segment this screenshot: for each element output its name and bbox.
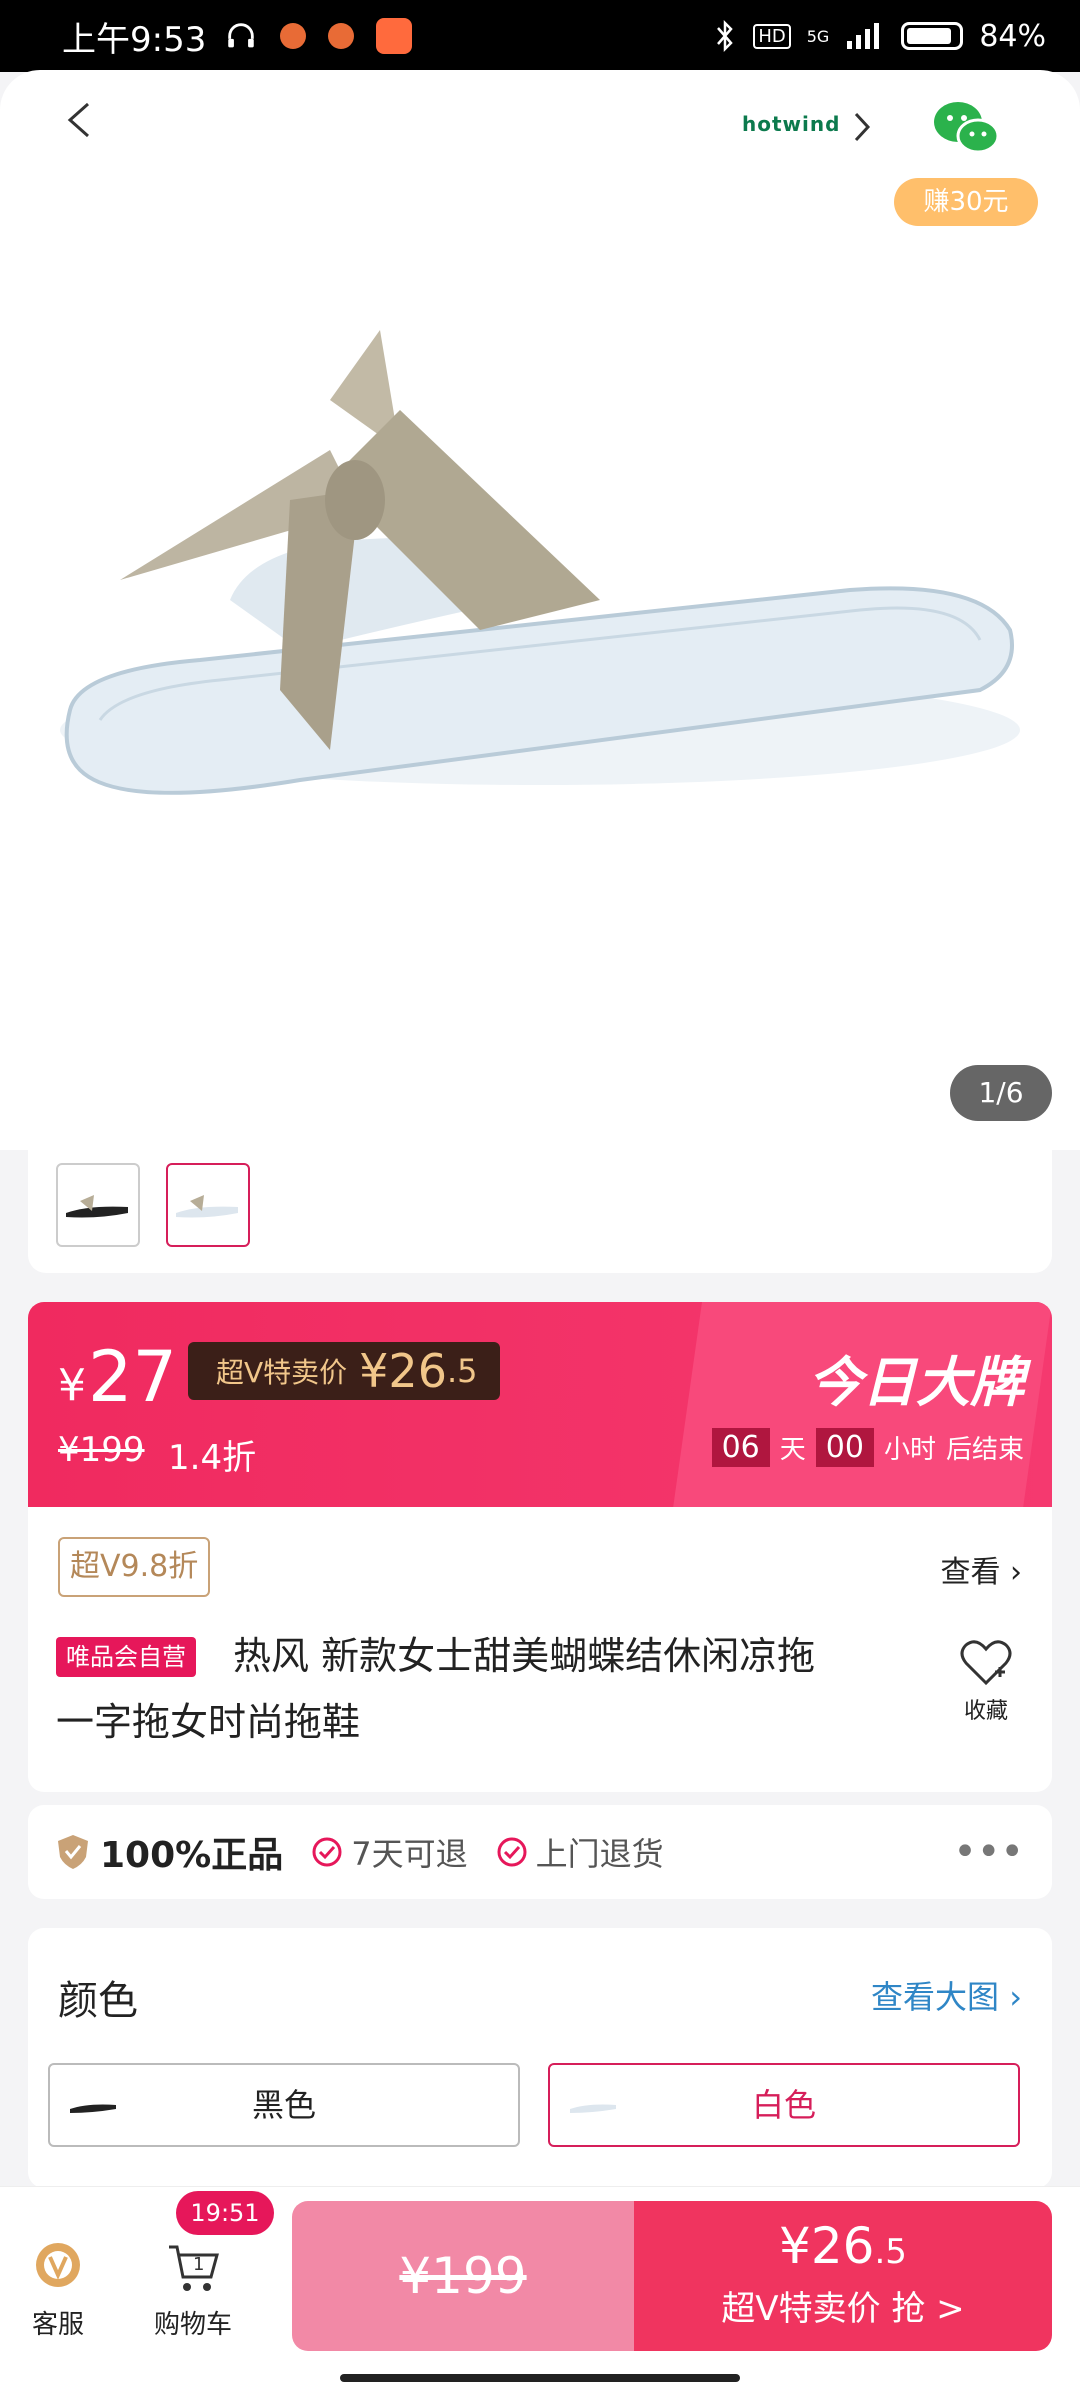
back-arrow-icon[interactable] [60, 100, 100, 140]
buy-price: ¥26.5 [634, 2217, 1052, 2275]
genuine-label: 100%正品 [100, 1835, 284, 1876]
color-option-black[interactable]: 黑色 [48, 2063, 520, 2147]
thumbnail-white[interactable] [166, 1163, 250, 1247]
v-discount-tag: 超V9.8折 [58, 1537, 211, 1597]
more-icon[interactable]: ••• [953, 1829, 1024, 1875]
pickup-return: 上门退货 [496, 1829, 664, 1875]
original-price: ¥199 [58, 1430, 145, 1470]
return-7day-label: 7天可退 [351, 1835, 468, 1873]
black-swatch-icon [70, 2104, 116, 2113]
black-sandal-thumb [66, 1195, 128, 1218]
color-option-white[interactable]: 白色 [548, 2063, 1020, 2147]
image-counter: 1/6 [950, 1065, 1052, 1121]
chevron-right-icon: › [1010, 1555, 1022, 1590]
app-notification-icon [328, 23, 355, 49]
product-title-line1: 热风 新款女士甜美蝴蝶结休闲凉拖 [233, 1634, 816, 1678]
cart-timer-badge: 19:51 [176, 2191, 274, 2235]
button-original-price: ¥199 [399, 2247, 527, 2305]
guarantee-bar[interactable]: 100%正品 7天可退 上门退货 ••• [28, 1805, 1052, 1899]
sv-price-decimal: .5 [446, 1352, 478, 1390]
wechat-share-icon[interactable] [930, 98, 1002, 158]
self-operated-badge: 唯品会自营 [56, 1637, 196, 1677]
cart-button[interactable]: 1 购物车 [138, 2237, 248, 2341]
customer-service-icon [36, 2243, 80, 2287]
shield-icon [58, 1835, 88, 1869]
cart-label: 购物车 [153, 2310, 232, 2340]
hd-icon: HD [753, 23, 791, 49]
signal-icon [847, 23, 880, 49]
countdown-days: 06 [711, 1428, 770, 1467]
color-white-label: 白色 [751, 2086, 816, 2124]
view-label: 查看 [940, 1555, 1001, 1590]
buy-price-decimal: .5 [874, 2232, 907, 2272]
white-swatch-icon [570, 2104, 616, 2113]
view-button[interactable]: 查看 › [940, 1547, 1022, 1591]
product-info: 超V9.8折 查看 › 唯品会自营 热风 新款女士甜美蝴蝶结休闲凉拖 一字拖女时… [28, 1507, 1052, 1792]
countdown-hour-label: 小时 [883, 1435, 936, 1465]
cart-icon: 1 [169, 2245, 219, 2291]
countdown-end-label: 后结束 [945, 1435, 1024, 1465]
sv-price: ¥26 [359, 1344, 447, 1398]
status-left-icons [224, 18, 413, 54]
customer-service-button[interactable]: 客服 [28, 2237, 88, 2341]
countdown-hours: 00 [815, 1428, 874, 1467]
favorite-button[interactable]: 收藏 [958, 1637, 1014, 1725]
chevron-right-icon: › [1009, 1978, 1022, 2016]
heart-add-icon [960, 1640, 1012, 1686]
thumbnail-black[interactable] [56, 1163, 140, 1247]
brand-day-title: 今日大牌 [808, 1351, 1024, 1414]
original-price-button[interactable]: ¥199 [292, 2201, 634, 2351]
genuine-guarantee: 100%正品 [56, 1826, 283, 1878]
color-selector: 颜色 查看大图 › 黑色 白色 [28, 1928, 1052, 2188]
network-type: 5G [806, 26, 830, 46]
status-right-icons: HD 5G 84% [713, 19, 1046, 54]
buy-now-button[interactable]: ¥26.5 超V特卖价 抢 > [634, 2201, 1052, 2351]
check-circle-icon [312, 1837, 342, 1867]
thumbnail-strip [28, 1135, 1052, 1273]
earn-badge[interactable]: 赚30元 [894, 178, 1038, 226]
brand-link[interactable]: hotwind [742, 112, 840, 136]
pickup-return-label: 上门退货 [535, 1835, 664, 1873]
return-7day: 7天可退 [311, 1829, 468, 1875]
home-indicator[interactable] [340, 2374, 740, 2382]
headphones-icon [228, 23, 255, 48]
countdown: 06 天 00 小时 后结束 [711, 1428, 1024, 1467]
product-image[interactable] [0, 250, 1080, 1070]
favorite-label: 收藏 [963, 1699, 1008, 1724]
chevron-right-icon[interactable] [850, 110, 874, 144]
app-notification-icon [376, 18, 413, 54]
sv-label: 超V特卖价 [216, 1356, 348, 1389]
battery-icon [901, 22, 964, 50]
white-sandal-thumb [176, 1195, 238, 1218]
buy-price-main: ¥26 [779, 2217, 875, 2275]
bluetooth-icon [717, 19, 734, 53]
price-currency: ¥ [58, 1360, 86, 1411]
bottom-action-bar: 客服 1 购物车 19:51 ¥199 ¥26.5 超V特卖价 抢 > [0, 2186, 1080, 2401]
app-notification-icon [280, 23, 307, 49]
view-large-image-label: 查看大图 [871, 1978, 1000, 2016]
color-title: 颜色 [58, 1978, 138, 2024]
price-banner: ¥ 27 超V特卖价 ¥26.5 ¥199 1.4折 今日大牌 06 天 00 … [28, 1302, 1052, 1507]
product-title-line2: 一字拖女时尚拖鞋 [56, 1700, 361, 1744]
view-large-image-link[interactable]: 查看大图 › [871, 1972, 1022, 2018]
current-price: 27 [88, 1336, 178, 1418]
buy-label: 超V特卖价 抢 > [721, 2289, 965, 2329]
color-black-label: 黑色 [251, 2086, 316, 2124]
check-circle-icon [497, 1837, 527, 1867]
discount-rate: 1.4折 [168, 1438, 257, 1478]
super-v-price-tag: 超V特卖价 ¥26.5 [188, 1342, 500, 1400]
cart-count: 1 [193, 2254, 204, 2275]
status-bar: 上午9:53 HD 5G 84% [0, 0, 1080, 72]
countdown-day-label: 天 [779, 1435, 806, 1465]
battery-percent: 84% [979, 18, 1046, 54]
customer-service-label: 客服 [31, 2310, 84, 2340]
status-time: 上午9:53 [62, 19, 207, 60]
